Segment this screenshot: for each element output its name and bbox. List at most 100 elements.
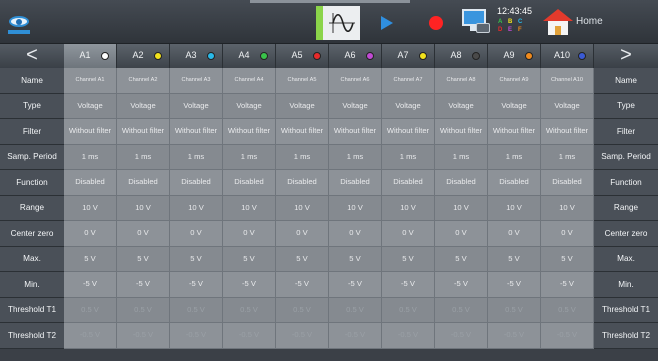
cell-name[interactable]: Channel A5 (276, 68, 329, 94)
cell-threshold-t2[interactable]: -0.5 V (117, 323, 170, 349)
cell-samp-period[interactable]: 1 ms (223, 144, 276, 170)
cell-name[interactable]: Channel A3 (170, 68, 223, 94)
cell-min[interactable]: -5 V (382, 272, 435, 298)
cell-threshold-t1[interactable]: 0.5 V (382, 297, 435, 323)
cell-center-zero[interactable]: 0 V (117, 221, 170, 247)
cell-center-zero[interactable]: 0 V (170, 221, 223, 247)
cell-name[interactable]: Channel A6 (329, 68, 382, 94)
cell-samp-period[interactable]: 1 ms (170, 144, 223, 170)
cell-range[interactable]: 10 V (64, 195, 117, 221)
cell-min[interactable]: -5 V (170, 272, 223, 298)
channel-tab-a10[interactable]: A10 (541, 44, 594, 68)
cell-samp-period[interactable]: 1 ms (276, 144, 329, 170)
cell-threshold-t2[interactable]: -0.5 V (382, 323, 435, 349)
cell-threshold-t2[interactable]: -0.5 V (64, 323, 117, 349)
cell-min[interactable]: -5 V (64, 272, 117, 298)
cell-center-zero[interactable]: 0 V (276, 221, 329, 247)
cell-type[interactable]: Voltage (276, 93, 329, 119)
cell-filter[interactable]: Without filter (541, 119, 594, 145)
channel-tab-a4[interactable]: A4 (223, 44, 276, 68)
cell-threshold-t2[interactable]: -0.5 V (170, 323, 223, 349)
cell-range[interactable]: 10 V (488, 195, 541, 221)
cell-min[interactable]: -5 V (276, 272, 329, 298)
home-button[interactable]: Home (540, 6, 658, 38)
cell-center-zero[interactable]: 0 V (435, 221, 488, 247)
cell-threshold-t2[interactable]: -0.5 V (435, 323, 488, 349)
cell-type[interactable]: Voltage (170, 93, 223, 119)
next-channels-button[interactable]: > (594, 44, 658, 68)
cell-min[interactable]: -5 V (488, 272, 541, 298)
cell-function[interactable]: Disabled (223, 170, 276, 196)
cell-type[interactable]: Voltage (541, 93, 594, 119)
cell-range[interactable]: 10 V (223, 195, 276, 221)
cell-threshold-t1[interactable]: 0.5 V (329, 297, 382, 323)
channel-tab-a5[interactable]: A5 (276, 44, 329, 68)
cell-threshold-t1[interactable]: 0.5 V (223, 297, 276, 323)
cell-threshold-t2[interactable]: -0.5 V (541, 323, 594, 349)
screenshot-button[interactable] (458, 6, 492, 38)
cell-type[interactable]: Voltage (117, 93, 170, 119)
cell-type[interactable]: Voltage (64, 93, 117, 119)
channel-tab-a6[interactable]: A6 (329, 44, 382, 68)
cell-max[interactable]: 5 V (382, 246, 435, 272)
cell-threshold-t1[interactable]: 0.5 V (541, 297, 594, 323)
cell-type[interactable]: Voltage (435, 93, 488, 119)
cell-filter[interactable]: Without filter (382, 119, 435, 145)
channel-tab-a7[interactable]: A7 (382, 44, 435, 68)
drag-handle[interactable] (250, 0, 410, 3)
cell-samp-period[interactable]: 1 ms (382, 144, 435, 170)
cell-max[interactable]: 5 V (276, 246, 329, 272)
cell-filter[interactable]: Without filter (170, 119, 223, 145)
cell-min[interactable]: -5 V (117, 272, 170, 298)
cell-min[interactable]: -5 V (541, 272, 594, 298)
cell-threshold-t1[interactable]: 0.5 V (276, 297, 329, 323)
cell-max[interactable]: 5 V (64, 246, 117, 272)
cell-range[interactable]: 10 V (382, 195, 435, 221)
cell-samp-period[interactable]: 1 ms (435, 144, 488, 170)
cell-max[interactable]: 5 V (541, 246, 594, 272)
cell-filter[interactable]: Without filter (64, 119, 117, 145)
waveform-view-button[interactable] (316, 6, 360, 40)
cell-max[interactable]: 5 V (488, 246, 541, 272)
cell-min[interactable]: -5 V (223, 272, 276, 298)
cell-function[interactable]: Disabled (435, 170, 488, 196)
record-button[interactable] (418, 8, 454, 38)
cell-name[interactable]: Channel A1 (64, 68, 117, 94)
cell-range[interactable]: 10 V (329, 195, 382, 221)
cell-min[interactable]: -5 V (435, 272, 488, 298)
cell-filter[interactable]: Without filter (435, 119, 488, 145)
channel-tab-a1[interactable]: A1 (64, 44, 117, 68)
cell-max[interactable]: 5 V (223, 246, 276, 272)
cell-threshold-t2[interactable]: -0.5 V (488, 323, 541, 349)
cell-min[interactable]: -5 V (329, 272, 382, 298)
cell-function[interactable]: Disabled (382, 170, 435, 196)
cell-type[interactable]: Voltage (329, 93, 382, 119)
cell-range[interactable]: 10 V (435, 195, 488, 221)
cell-threshold-t1[interactable]: 0.5 V (117, 297, 170, 323)
play-button[interactable] (370, 8, 406, 38)
channel-tab-a2[interactable]: A2 (117, 44, 170, 68)
cell-name[interactable]: Channel A10 (541, 68, 594, 94)
cell-filter[interactable]: Without filter (223, 119, 276, 145)
cell-function[interactable]: Disabled (170, 170, 223, 196)
cell-function[interactable]: Disabled (488, 170, 541, 196)
prev-channels-button[interactable]: < (0, 44, 64, 68)
cell-function[interactable]: Disabled (329, 170, 382, 196)
cell-threshold-t2[interactable]: -0.5 V (276, 323, 329, 349)
cell-max[interactable]: 5 V (117, 246, 170, 272)
cell-filter[interactable]: Without filter (488, 119, 541, 145)
cell-name[interactable]: Channel A4 (223, 68, 276, 94)
cell-max[interactable]: 5 V (329, 246, 382, 272)
cell-name[interactable]: Channel A8 (435, 68, 488, 94)
cell-threshold-t1[interactable]: 0.5 V (488, 297, 541, 323)
cell-samp-period[interactable]: 1 ms (117, 144, 170, 170)
cell-center-zero[interactable]: 0 V (329, 221, 382, 247)
cell-filter[interactable]: Without filter (329, 119, 382, 145)
cell-center-zero[interactable]: 0 V (64, 221, 117, 247)
channel-tab-a3[interactable]: A3 (170, 44, 223, 68)
cell-function[interactable]: Disabled (541, 170, 594, 196)
cell-name[interactable]: Channel A7 (382, 68, 435, 94)
channel-tab-a9[interactable]: A9 (488, 44, 541, 68)
cell-threshold-t1[interactable]: 0.5 V (435, 297, 488, 323)
cell-samp-period[interactable]: 1 ms (329, 144, 382, 170)
